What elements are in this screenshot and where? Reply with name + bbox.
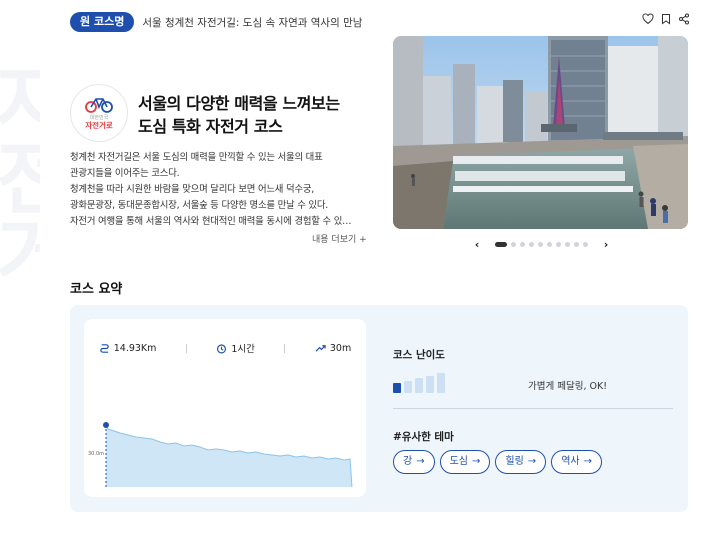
- elevation-card: 14.93Km 1시간 30m 30.0m: [84, 319, 366, 497]
- course-logo: 대한민국 자전거로: [70, 84, 128, 142]
- theme-label: #유사한 테마: [393, 431, 454, 443]
- difficulty-bar: [426, 375, 434, 393]
- logo-brand-text: 자전거로: [85, 121, 113, 130]
- theme-tag-list: 강 → 도심 → 힐링 → 역사 →: [393, 450, 602, 474]
- clock-icon: [217, 343, 227, 353]
- theme-tag[interactable]: 역사 →: [551, 450, 602, 474]
- photo-carousel-controls: ‹ ›: [470, 238, 613, 251]
- route-icon: [99, 343, 109, 353]
- difficulty-text: 가볍게 페달링, OK!: [528, 381, 608, 392]
- carousel-dot[interactable]: [495, 242, 507, 247]
- course-badge: 원 코스명: [70, 12, 135, 32]
- theme-tag[interactable]: 힐링 →: [495, 450, 547, 474]
- stat-divider: [185, 343, 187, 353]
- stat-divider: [284, 343, 286, 353]
- distance-stat: 14.93Km: [99, 342, 157, 354]
- carousel-prev-button[interactable]: ‹: [470, 238, 484, 251]
- time-value: 1시간: [231, 344, 255, 355]
- bookmark-icon: [662, 14, 670, 25]
- distance-value: 14.93Km: [113, 342, 157, 354]
- carousel-indicators: [495, 242, 588, 247]
- share-button[interactable]: [678, 13, 690, 25]
- theme-tag-label: 강: [403, 456, 413, 467]
- header-actions: [642, 13, 690, 25]
- difficulty-bar: [393, 383, 401, 393]
- headline-line-2: 도심 특화 자전거 코스: [138, 117, 283, 136]
- read-more-link[interactable]: 내용 더보기 +: [312, 232, 367, 245]
- course-headline: 서울의 다양한 매력을 느껴보는 도심 특화 자전거 코스: [138, 92, 378, 138]
- carousel-dot[interactable]: [511, 242, 516, 247]
- arrow-right-icon: →: [527, 456, 537, 467]
- course-photo[interactable]: [393, 36, 688, 229]
- course-description: 청계천 자전거길은 서울 도심의 매력을 만끽할 수 있는 서울의 대표 관광지…: [70, 150, 370, 230]
- arrow-right-icon: →: [416, 456, 425, 467]
- difficulty-meter: [393, 373, 445, 393]
- theme-tag-label: 힐링: [505, 456, 524, 467]
- arrow-right-icon: →: [583, 456, 592, 467]
- carousel-dot[interactable]: [529, 242, 534, 247]
- theme-tag-label: 도심: [449, 456, 468, 467]
- profile-start-marker: [103, 422, 109, 428]
- difficulty-bar: [437, 373, 445, 393]
- difficulty-bar: [404, 380, 412, 393]
- cheonggyecheon-photo: [393, 36, 688, 229]
- headline-line-1: 서울의 다양한 매력을 느껴보는: [138, 94, 340, 113]
- carousel-dot[interactable]: [574, 242, 579, 247]
- summary-divider: [393, 408, 673, 409]
- trend-up-icon: [315, 344, 326, 352]
- carousel-dot[interactable]: [583, 242, 588, 247]
- background-watermark: 자전거: [0, 60, 40, 288]
- elevation-profile-chart: 30.0m: [88, 422, 358, 488]
- elevation-value: 30m: [329, 342, 352, 354]
- description-line: 청계천을 따라 시원한 바람을 맞으며 달리다 보면 어느새 덕수궁,: [70, 184, 315, 195]
- carousel-dot[interactable]: [565, 242, 570, 247]
- like-button[interactable]: [642, 13, 654, 25]
- elevation-stat: 30m: [315, 343, 351, 354]
- bookmark-button[interactable]: [660, 13, 672, 25]
- description-line: 관광지들을 이어주는 코스다.: [70, 168, 180, 179]
- theme-tag-label: 역사: [561, 456, 580, 467]
- theme-tag[interactable]: 강 →: [393, 450, 435, 474]
- carousel-dot[interactable]: [556, 242, 561, 247]
- difficulty-label: 코스 난이도: [393, 349, 445, 361]
- description-line: 광화문광장, 동대문종합시장, 서울숲 등 다양한 명소를 만날 수 있다.: [70, 200, 329, 211]
- description-line: 자전거 여행을 통해 서울의 역사와 현대적인 매력을 동시에 경험할 수 있…: [70, 216, 352, 227]
- share-icon: [679, 13, 689, 25]
- arrow-right-icon: →: [472, 456, 481, 467]
- bicycle-icon: [85, 98, 113, 113]
- course-summary-panel: 14.93Km 1시간 30m 30.0m 코스 난이도 가볍게 페달링, OK…: [70, 305, 688, 512]
- course-title: 서울 청계천 자전거길: 도심 속 자연과 역사의 만남: [142, 16, 363, 29]
- heart-icon: [642, 13, 654, 25]
- carousel-dot[interactable]: [538, 242, 543, 247]
- description-line: 청계천 자전거길은 서울 도심의 매력을 만끽할 수 있는 서울의 대표: [70, 152, 323, 163]
- difficulty-bar: [415, 378, 423, 393]
- carousel-next-button[interactable]: ›: [599, 238, 613, 251]
- time-stat: 1시간: [216, 341, 255, 355]
- theme-tag[interactable]: 도심 →: [439, 450, 491, 474]
- course-stats: 14.93Km 1시간 30m: [84, 341, 366, 355]
- carousel-dot[interactable]: [520, 242, 525, 247]
- profile-axis-label: 30.0m: [88, 451, 104, 457]
- course-header: 원 코스명 서울 청계천 자전거길: 도심 속 자연과 역사의 만남: [70, 12, 690, 32]
- carousel-dot[interactable]: [547, 242, 552, 247]
- section-title: 코스 요약: [70, 282, 123, 297]
